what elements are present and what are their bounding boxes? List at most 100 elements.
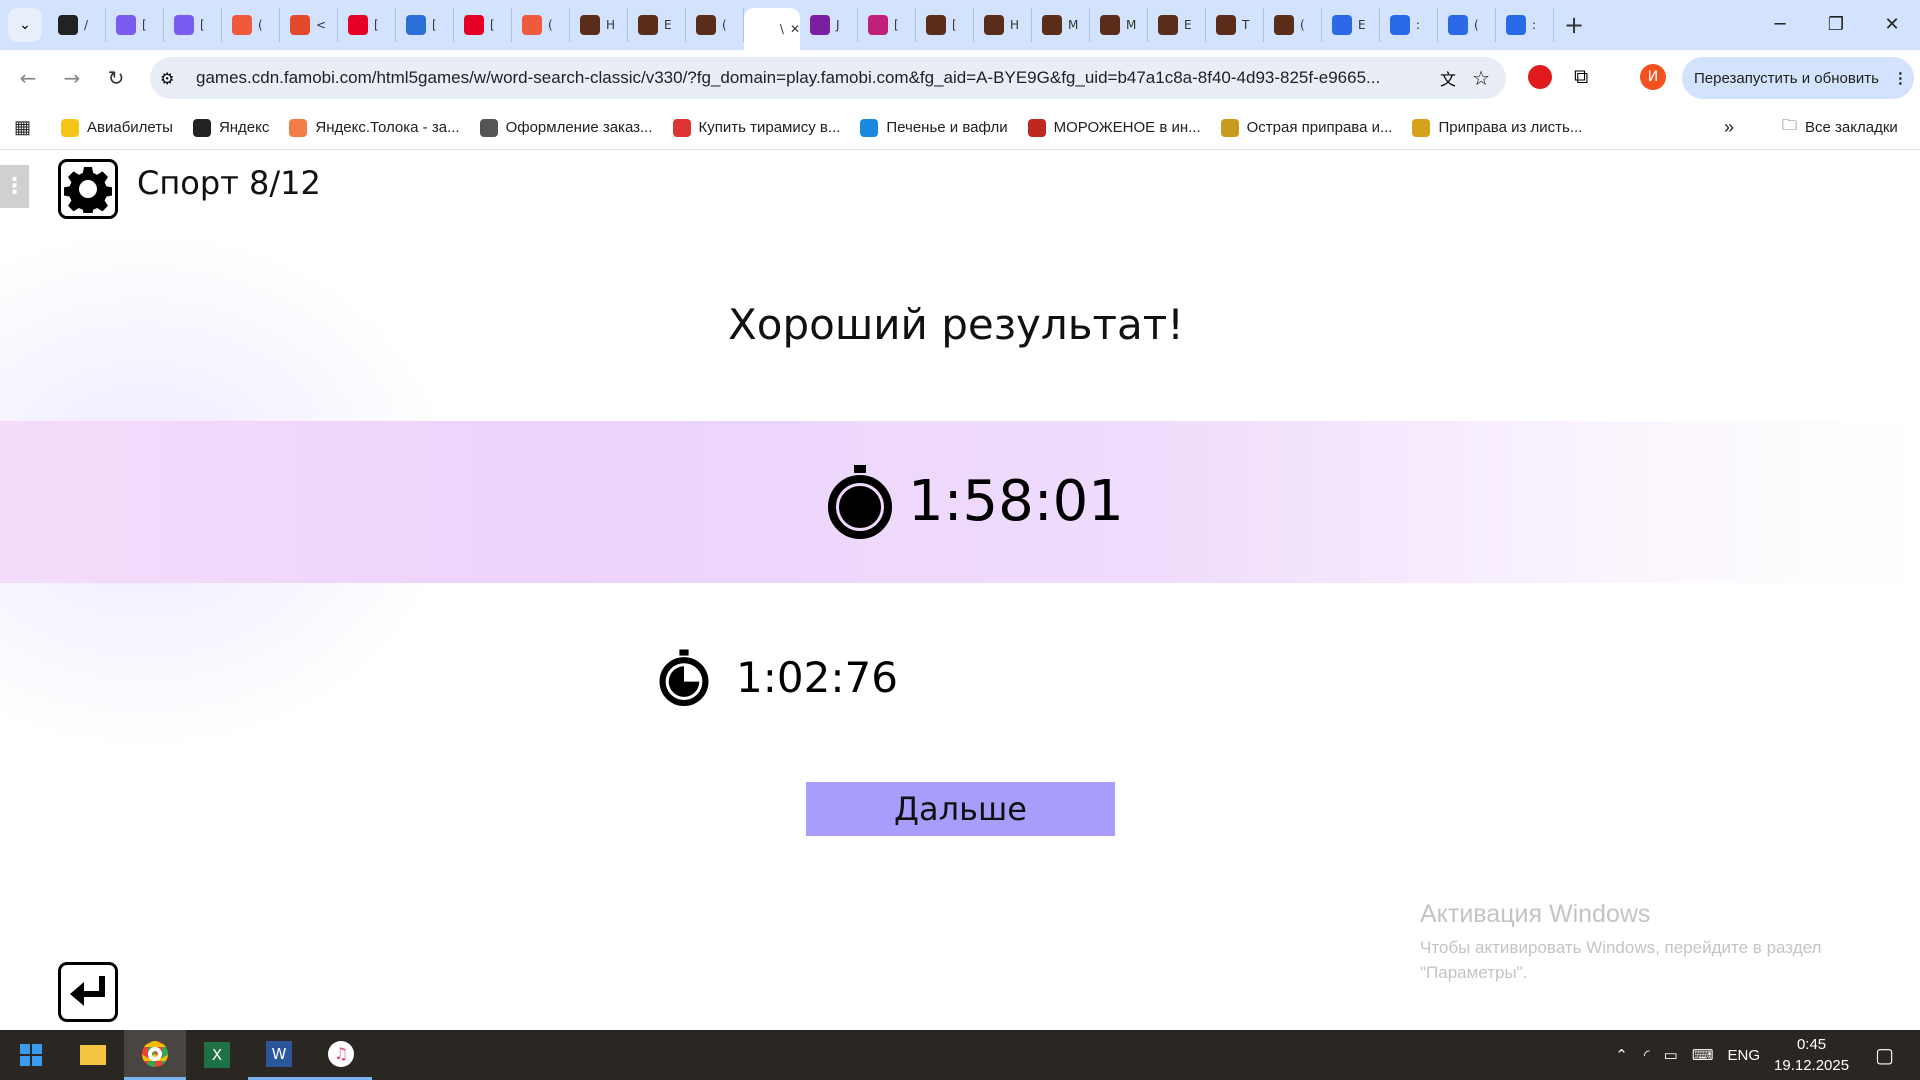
keyboard-icon[interactable]: ⌨ [1692, 1046, 1714, 1064]
close-window-button[interactable]: ✕ [1864, 0, 1920, 50]
url-text[interactable]: games.cdn.famobi.com/html5games/w/word-s… [196, 68, 1396, 88]
tab-title: < [316, 18, 327, 32]
close-tab-icon[interactable]: ✕ [790, 22, 800, 36]
tab-search-button[interactable]: ⌄ [8, 8, 42, 42]
taskbar-itunes[interactable]: ♫ [310, 1030, 372, 1080]
forward-button[interactable]: → [50, 66, 94, 90]
browser-tab[interactable]: M [1032, 8, 1090, 42]
bookmark-item[interactable]: Приправа из листь... [1412, 118, 1583, 137]
adblock-icon[interactable] [1528, 65, 1552, 89]
minimize-button[interactable]: ─ [1752, 0, 1808, 50]
tray-chevron-icon[interactable]: ⌃ [1615, 1046, 1628, 1064]
browser-tab[interactable]: T [1206, 8, 1264, 42]
back-button[interactable] [58, 962, 118, 1022]
browser-tab[interactable]: M [1090, 8, 1148, 42]
notifications-icon[interactable]: ▢ [1875, 1043, 1894, 1068]
favicon-icon [116, 15, 136, 35]
browser-tab[interactable]: E [628, 8, 686, 42]
wifi-icon[interactable]: ◜ [1644, 1046, 1650, 1064]
bookmark-label: Приправа из листь... [1438, 119, 1583, 136]
tab-title: E [1358, 18, 1366, 32]
site-info-icon[interactable]: ⚙ [160, 69, 174, 88]
back-button[interactable]: ← [6, 66, 50, 90]
profile-avatar[interactable]: И [1640, 64, 1666, 90]
menu-dots-icon[interactable]: ⋮ [1893, 69, 1908, 87]
all-bookmarks-label: Все закладки [1805, 119, 1898, 136]
browser-tab[interactable]: / [48, 8, 106, 42]
taskbar-chrome[interactable] [124, 1030, 186, 1080]
tab-title: T [1242, 18, 1250, 32]
address-bar[interactable]: ⚙ games.cdn.famobi.com/html5games/w/word… [150, 57, 1506, 99]
browser-tab[interactable]: [ [164, 8, 222, 42]
tab-title: \ [779, 22, 784, 36]
browser-tab[interactable]: H [570, 8, 628, 42]
taskbar-excel[interactable]: X [186, 1030, 248, 1080]
tab-title: [ [894, 18, 899, 32]
language-indicator[interactable]: ENG [1728, 1047, 1761, 1064]
best-time: 1:02:76 [658, 647, 898, 707]
tab-title: [ [432, 18, 437, 32]
browser-tab[interactable]: [ [454, 8, 512, 42]
bookmark-item[interactable]: Яндекс.Толока - за... [289, 118, 460, 137]
bookmark-favicon-icon [1412, 118, 1431, 137]
browser-tab[interactable]: \ ✕ [744, 8, 800, 50]
browser-tab[interactable]: ( [1438, 8, 1496, 42]
taskbar: X W ♫ ⌃ ◜ ▭ ⌨ ENG 0:45 19.12.2025 ▢ [0, 1030, 1920, 1080]
start-button[interactable] [0, 1030, 62, 1080]
tab-title: ( [258, 18, 263, 32]
favicon-icon [1448, 15, 1468, 35]
bookmark-item[interactable]: Печенье и вафли [860, 118, 1008, 137]
bookmark-item[interactable]: Авиабилеты [61, 118, 173, 137]
tab-title: M [1068, 18, 1079, 32]
apps-grid-icon[interactable]: ▦ [14, 117, 31, 138]
current-time: 1:58:01 [826, 463, 1124, 539]
bookmark-favicon-icon [860, 118, 879, 137]
bookmark-item[interactable]: МОРОЖЕНОЕ в ин... [1027, 118, 1201, 137]
new-tab-button[interactable]: + [1564, 11, 1584, 39]
browser-tab[interactable]: ( [686, 8, 744, 42]
taskbar-word[interactable]: W [248, 1030, 310, 1080]
bookmark-item[interactable]: Острая приправа и... [1220, 118, 1393, 137]
browser-tab[interactable]: < [280, 8, 338, 42]
browser-tab[interactable]: : [1380, 8, 1438, 42]
browser-tab[interactable]: ( [1264, 8, 1322, 42]
tab-title: M [1126, 18, 1137, 32]
browser-tab[interactable]: ( [512, 8, 570, 42]
favicon-icon [174, 15, 194, 35]
bookmark-star-icon[interactable]: ☆ [1472, 66, 1490, 90]
browser-tab[interactable]: ( [222, 8, 280, 42]
extensions-icon[interactable]: ⧉ [1574, 64, 1588, 88]
browser-tab[interactable]: E [1322, 8, 1380, 42]
windows-activation-watermark: Активация Windows Чтобы активировать Win… [1420, 900, 1821, 985]
bookmark-favicon-icon [1220, 118, 1239, 137]
folder-icon [80, 1045, 106, 1065]
taskbar-explorer[interactable] [62, 1030, 124, 1080]
settings-button[interactable] [58, 159, 118, 219]
tab-title: [ [142, 18, 147, 32]
browser-tab[interactable]: [ [338, 8, 396, 42]
bookmark-item[interactable]: Яндекс [192, 118, 269, 137]
side-menu-handle[interactable]: ⋮ [0, 165, 29, 208]
browser-tab[interactable]: [ [396, 8, 454, 42]
reload-button[interactable]: ↻ [94, 66, 138, 90]
battery-icon[interactable]: ▭ [1664, 1046, 1678, 1064]
browser-tab[interactable]: J [800, 8, 858, 42]
restore-button[interactable]: ❐ [1808, 0, 1864, 50]
all-bookmarks-button[interactable]: 🗀 Все закладки [1782, 115, 1898, 140]
browser-tab[interactable]: : [1496, 8, 1554, 42]
bookmark-item[interactable]: Оформление заказ... [479, 118, 653, 137]
excel-icon: X [204, 1042, 230, 1068]
next-button[interactable]: Дальше [806, 782, 1115, 836]
restart-update-button[interactable]: Перезапустить и обновить ⋮ [1682, 57, 1914, 99]
browser-tab[interactable]: [ [106, 8, 164, 42]
clock[interactable]: 0:45 19.12.2025 [1774, 1034, 1849, 1076]
browser-tab[interactable]: [ [916, 8, 974, 42]
more-bookmarks-button[interactable]: » [1724, 117, 1734, 138]
translate-icon[interactable]: 文 [1440, 66, 1456, 90]
bookmark-item[interactable]: Купить тирамису в... [672, 118, 840, 137]
browser-tab[interactable]: [ [858, 8, 916, 42]
tab-title: ( [1300, 18, 1305, 32]
bookmark-label: Острая приправа и... [1246, 119, 1393, 136]
browser-tab[interactable]: H [974, 8, 1032, 42]
browser-tab[interactable]: E [1148, 8, 1206, 42]
